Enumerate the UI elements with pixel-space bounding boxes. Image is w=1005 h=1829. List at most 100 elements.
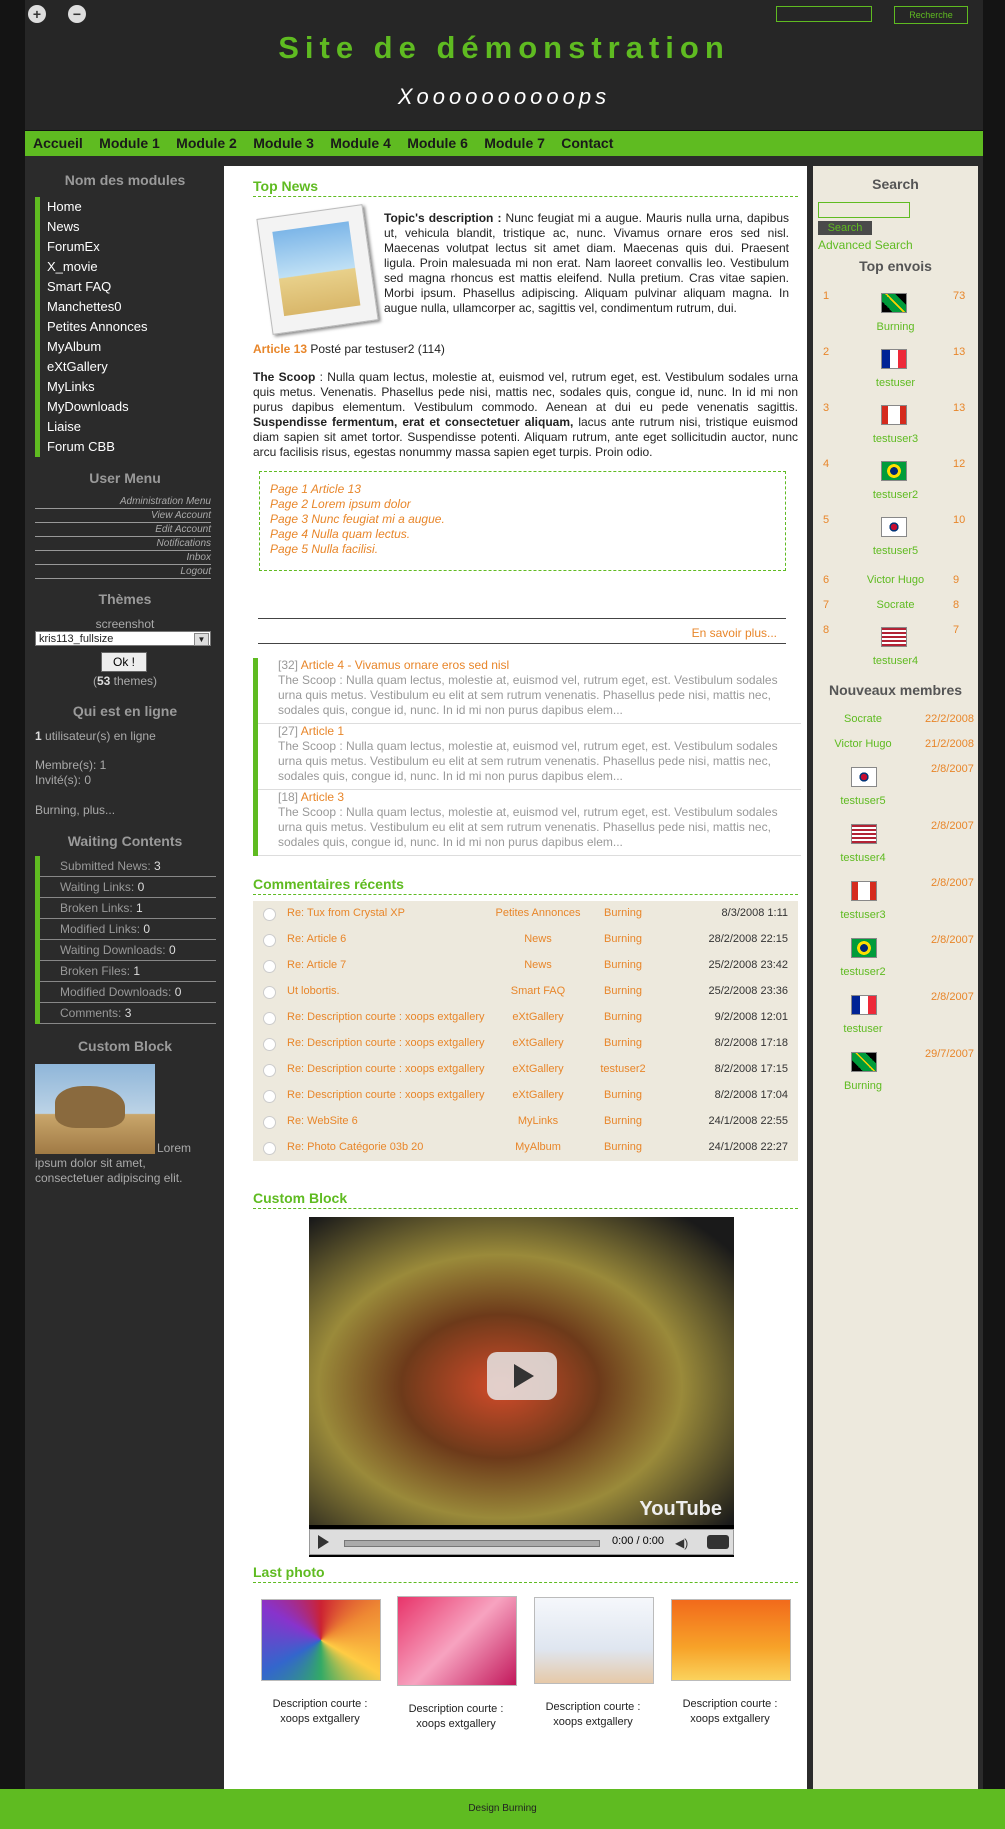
top-user-name[interactable]: testuser5 [813,545,978,557]
article-page-link[interactable]: Page 5 Nulla facilisi. [270,542,785,557]
waiting-item[interactable]: Submitted News: 3 [40,856,216,877]
nav-accueil[interactable]: Accueil [33,131,83,156]
nav-module-6[interactable]: Module 6 [407,131,468,156]
comment-module[interactable]: eXtGallery [493,1089,583,1101]
comment-user[interactable]: testuser2 [578,1063,668,1075]
photo-thumbnail[interactable] [261,1599,381,1681]
comment-title[interactable]: Re: Article 6 [287,933,346,945]
comment-title[interactable]: Re: Photo Catégorie 03b 20 [287,1141,423,1153]
comment-module[interactable]: Smart FAQ [493,985,583,997]
zoom-in-icon[interactable]: + [28,5,46,23]
related-article-title[interactable]: Article 4 - Vivamus ornare eros sed nisl [301,658,510,672]
comment-module[interactable]: MyAlbum [493,1141,583,1153]
module-smart-faq[interactable]: Smart FAQ [40,277,220,297]
nav-module-1[interactable]: Module 1 [99,131,160,156]
comment-user[interactable]: Burning [578,1141,668,1153]
comment-user[interactable]: Burning [578,959,668,971]
read-more-link[interactable]: En savoir plus... [692,626,777,640]
user-menu-inbox[interactable]: Inbox [35,551,211,565]
waiting-item[interactable]: Broken Links: 1 [40,898,216,919]
related-article-title[interactable]: Article 3 [301,790,344,804]
waiting-item[interactable]: Waiting Downloads: 0 [40,940,216,961]
top-user-name[interactable]: Burning [813,321,978,333]
user-menu-edit-account[interactable]: Edit Account [35,523,211,537]
play-icon[interactable] [487,1352,557,1400]
top-user-name[interactable]: testuser [813,377,978,389]
top-search-input[interactable] [776,6,872,22]
article-link[interactable]: Article 13 [253,342,307,356]
waiting-item[interactable]: Modified Links: 0 [40,919,216,940]
video-player[interactable]: YouTube 0:00 / 0:00 ◀) [309,1217,734,1557]
module-mydownloads[interactable]: MyDownloads [40,397,220,417]
advanced-search-link[interactable]: Advanced Search [818,238,913,252]
related-article-title[interactable]: Article 1 [301,724,344,738]
new-member-name[interactable]: testuser4 [823,852,903,864]
online-users-link[interactable]: Burning, plus... [35,803,115,817]
nav-module-4[interactable]: Module 4 [330,131,391,156]
themes-select[interactable]: kris113_fullsize ▼ [35,631,211,646]
nav-module-2[interactable]: Module 2 [176,131,237,156]
comment-module[interactable]: eXtGallery [493,1063,583,1075]
user-menu-admin[interactable]: Administration Menu [35,495,211,509]
module-extgallery[interactable]: eXtGallery [40,357,220,377]
photo-item[interactable]: Description courte : xoops extgallery [534,1597,654,1730]
comment-module[interactable]: eXtGallery [493,1037,583,1049]
comment-user[interactable]: Burning [578,985,668,997]
comment-user[interactable]: Burning [578,933,668,945]
photo-item[interactable]: Description courte : xoops extgallery [671,1599,791,1727]
comment-title[interactable]: Re: Description courte : xoops extgaller… [287,1037,484,1049]
photo-thumbnail[interactable] [671,1599,791,1681]
module-news[interactable]: News [40,217,220,237]
module-petites-annonces[interactable]: Petites Annonces [40,317,220,337]
top-search-button[interactable]: Recherche [894,6,968,24]
new-member-name[interactable]: testuser [823,1023,903,1035]
photo-thumbnail[interactable] [397,1596,517,1686]
new-member-name[interactable]: testuser5 [823,795,903,807]
comment-title[interactable]: Re: Tux from Crystal XP [287,907,405,919]
top-user-name[interactable]: testuser3 [813,433,978,445]
comment-user[interactable]: Burning [578,907,668,919]
article-page-link[interactable]: Page 2 Lorem ipsum dolor [270,497,785,512]
comment-title[interactable]: Re: Article 7 [287,959,346,971]
module-manchettes[interactable]: Manchettes0 [40,297,220,317]
top-user-name[interactable]: testuser4 [813,655,978,667]
user-menu-view-account[interactable]: View Account [35,509,211,523]
article-page-link[interactable]: Page 4 Nulla quam lectus. [270,527,785,542]
new-member-name[interactable]: testuser3 [823,909,903,921]
waiting-item[interactable]: Waiting Links: 0 [40,877,216,898]
comment-module[interactable]: MyLinks [493,1115,583,1127]
nav-contact[interactable]: Contact [561,131,613,156]
play-button-icon[interactable] [318,1535,329,1549]
module-liaise[interactable]: Liaise [40,417,220,437]
chevron-down-icon[interactable]: ▼ [194,633,209,646]
comment-module[interactable]: eXtGallery [493,1011,583,1023]
module-mylinks[interactable]: MyLinks [40,377,220,397]
volume-icon[interactable]: ◀) [675,1536,688,1550]
search-button[interactable]: Search [818,221,872,235]
new-member-name[interactable]: Victor Hugo [823,738,903,750]
top-user-name[interactable]: testuser2 [813,489,978,501]
waiting-item[interactable]: Comments: 3 [40,1003,216,1024]
article-page-link[interactable]: Page 3 Nunc feugiat mi a augue. [270,512,785,527]
article-page-link[interactable]: Page 1 Article 13 [270,482,785,497]
comment-title[interactable]: Re: Description courte : xoops extgaller… [287,1089,484,1101]
comment-title[interactable]: Re: Description courte : xoops extgaller… [287,1063,484,1075]
comment-user[interactable]: Burning [578,1011,668,1023]
zoom-out-icon[interactable]: − [68,5,86,23]
comment-title[interactable]: Re: WebSite 6 [287,1115,358,1127]
comment-user[interactable]: Burning [578,1115,668,1127]
comment-user[interactable]: Burning [578,1089,668,1101]
new-member-name[interactable]: Burning [823,1080,903,1092]
module-x-movie[interactable]: X_movie [40,257,220,277]
module-home[interactable]: Home [40,197,220,217]
user-menu-notifications[interactable]: Notifications [35,537,211,551]
new-member-name[interactable]: testuser2 [823,966,903,978]
video-seek-bar[interactable] [344,1540,600,1547]
photo-thumbnail[interactable] [534,1597,654,1684]
module-forumex[interactable]: ForumEx [40,237,220,257]
comment-module[interactable]: News [493,959,583,971]
comment-module[interactable]: News [493,933,583,945]
waiting-item[interactable]: Modified Downloads: 0 [40,982,216,1003]
comment-title[interactable]: Re: Description courte : xoops extgaller… [287,1011,484,1023]
new-member-name[interactable]: Socrate [823,713,903,725]
